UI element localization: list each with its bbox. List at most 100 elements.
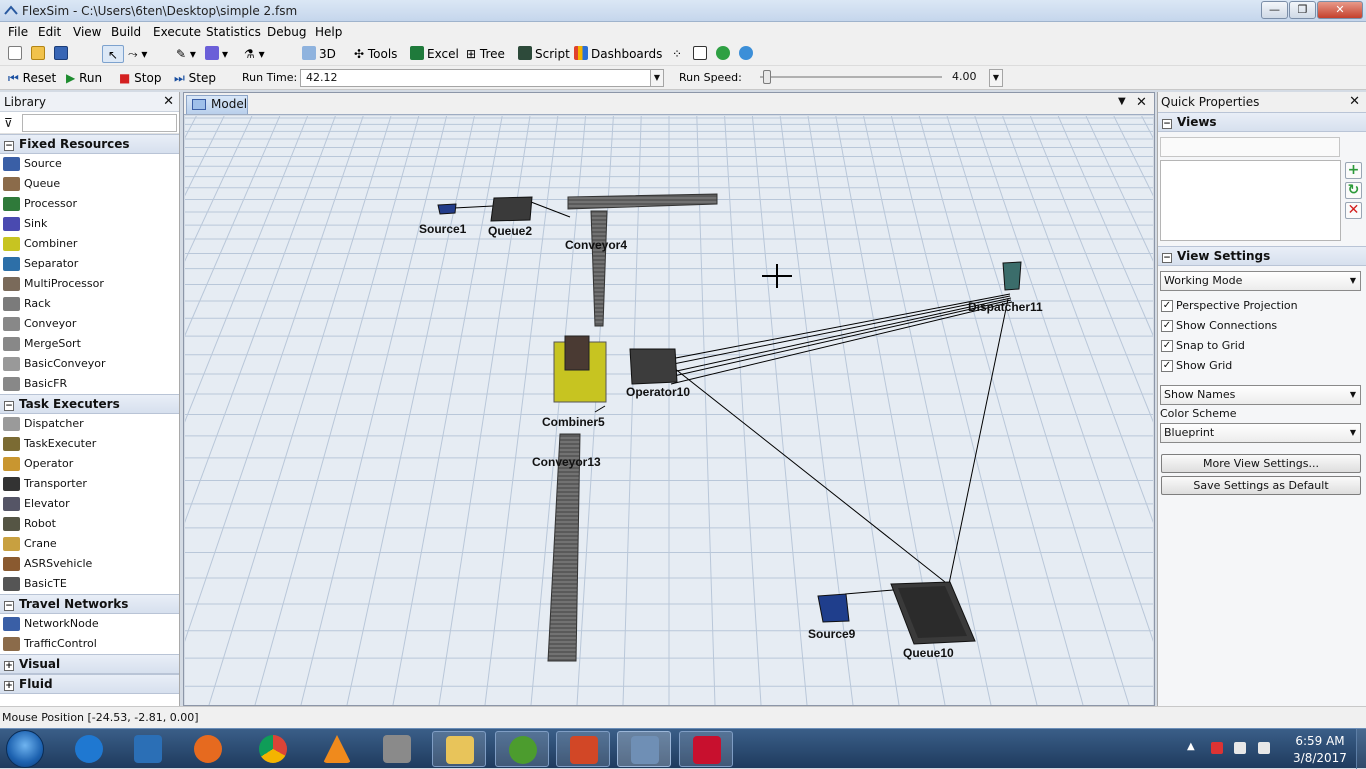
library-item-combiner[interactable]: Combiner <box>0 234 179 254</box>
network-icon[interactable] <box>1234 742 1246 754</box>
clock-time[interactable]: 6:59 AM <box>1290 734 1350 748</box>
help-icon[interactable] <box>716 45 733 63</box>
scene-svg[interactable]: Source1 Queue2 Conveyor4 Dispatcher11 Op… <box>0 115 1366 706</box>
menu-build[interactable]: Build <box>111 25 141 39</box>
edit-objects-icon[interactable]: ✎ ▾ <box>176 45 196 63</box>
taskbar-media-player[interactable] <box>121 731 175 767</box>
add-view-icon[interactable]: + <box>1345 162 1362 179</box>
checkbox-show-grid[interactable]: ✓ Show Grid <box>1160 359 1232 375</box>
save-icon[interactable] <box>54 45 71 63</box>
dispatcher11-model[interactable] <box>1002 261 1022 291</box>
library-item-mergesort[interactable]: MergeSort <box>0 334 179 354</box>
source1-model[interactable] <box>437 203 457 215</box>
views-name-input[interactable] <box>1160 137 1340 157</box>
library-category-visual[interactable]: + Visual <box>0 654 179 674</box>
connect-objects-icon[interactable]: ⤳ ▾ <box>128 45 147 63</box>
show-desktop-button[interactable] <box>1356 729 1366 769</box>
color-scheme-select[interactable]: Blueprint ▼ <box>1160 423 1361 443</box>
checkbox-box[interactable]: ✓ <box>1161 320 1173 332</box>
stop-button[interactable]: ■ Stop <box>119 69 161 87</box>
library-item-source[interactable]: Source <box>0 154 179 174</box>
open-folder-icon[interactable] <box>31 45 48 63</box>
close-button[interactable]: ✕ <box>1317 1 1363 19</box>
dashboards-button[interactable]: Dashboards <box>574 45 662 63</box>
clock-date[interactable]: 3/8/2017 <box>1290 751 1350 765</box>
tree-button[interactable]: ⊞ Tree <box>466 45 505 63</box>
checkbox-box[interactable]: ✓ <box>1161 300 1173 312</box>
show-names-select[interactable]: Show Names ▼ <box>1160 385 1361 405</box>
shape-picker-icon[interactable]: ▾ <box>205 45 228 63</box>
library-item-robot[interactable]: Robot <box>0 514 179 534</box>
quick-properties-close-icon[interactable]: ✕ <box>1349 94 1360 109</box>
view-close-icon[interactable]: ✕ <box>1136 95 1147 110</box>
menu-help[interactable]: Help <box>315 25 342 39</box>
library-item-basicte[interactable]: BasicTE <box>0 574 179 594</box>
taskbar-vlc[interactable] <box>310 731 364 767</box>
library-category-travel-networks[interactable]: − Travel Networks <box>0 594 179 614</box>
new-file-icon[interactable] <box>8 45 25 63</box>
maximize-button[interactable]: ❐ <box>1289 1 1316 19</box>
library-item-rack[interactable]: Rack <box>0 294 179 314</box>
library-category-fluid[interactable]: + Fluid <box>0 674 179 694</box>
taskbar-flexsim[interactable] <box>617 731 671 767</box>
grid-settings-icon[interactable]: ⁘ <box>672 45 682 63</box>
tools-button[interactable]: ✣ Tools <box>354 45 397 63</box>
run-time-dropdown[interactable]: ▼ <box>650 69 664 87</box>
library-close-icon[interactable]: ✕ <box>163 94 174 109</box>
taskbar-acrobat[interactable] <box>679 731 733 767</box>
taskbar-ie[interactable] <box>62 731 116 767</box>
working-mode-select[interactable]: Working Mode ▼ <box>1160 271 1361 291</box>
checkbox-box[interactable]: ✓ <box>1161 340 1173 352</box>
library-item-sink[interactable]: Sink <box>0 214 179 234</box>
reset-button[interactable]: ⏮ Reset <box>8 69 56 87</box>
volume-icon[interactable] <box>1258 742 1270 754</box>
library-item-trafficcontrol[interactable]: TrafficControl <box>0 634 179 654</box>
source9-model[interactable] <box>817 593 850 623</box>
views-section-header[interactable]: − Views <box>1158 112 1366 132</box>
library-item-dispatcher[interactable]: Dispatcher <box>0 414 179 434</box>
delete-view-icon[interactable]: ✕ <box>1345 202 1362 219</box>
library-item-operator[interactable]: Operator <box>0 454 179 474</box>
taskbar-firefox[interactable] <box>181 731 235 767</box>
refresh-view-icon[interactable]: ↻ <box>1345 182 1362 199</box>
more-view-settings-button[interactable]: More View Settings... <box>1161 454 1361 473</box>
tab-model[interactable]: Model <box>186 95 248 114</box>
library-item-networknode[interactable]: NetworkNode <box>0 614 179 634</box>
menu-statistics[interactable]: Statistics <box>206 25 261 39</box>
taskbar-utorrent[interactable] <box>495 731 549 767</box>
library-category-fixed-resources[interactable]: − Fixed Resources <box>0 134 179 154</box>
menu-edit[interactable]: Edit <box>38 25 61 39</box>
checkbox-show-connections[interactable]: ✓ Show Connections <box>1160 319 1277 335</box>
library-item-crane[interactable]: Crane <box>0 534 179 554</box>
minimize-button[interactable]: — <box>1261 1 1288 19</box>
menu-file[interactable]: File <box>8 25 28 39</box>
view-settings-section-header[interactable]: − View Settings <box>1158 246 1366 266</box>
menu-execute[interactable]: Execute <box>153 25 201 39</box>
menu-debug[interactable]: Debug <box>267 25 306 39</box>
library-category-task-executers[interactable]: − Task Executers <box>0 394 179 414</box>
library-item-taskexecuter[interactable]: TaskExecuter <box>0 434 179 454</box>
script-button[interactable]: Script <box>518 45 570 63</box>
taskbar-powerpoint[interactable] <box>556 731 610 767</box>
save-settings-default-button[interactable]: Save Settings as Default <box>1161 476 1361 495</box>
action-center-icon[interactable] <box>1211 742 1223 754</box>
checkbox-box[interactable]: ✓ <box>1161 360 1173 372</box>
window-layout-icon[interactable] <box>693 45 710 63</box>
views-list[interactable] <box>1160 160 1341 241</box>
library-item-processor[interactable]: Processor <box>0 194 179 214</box>
tray-expand-icon[interactable]: ▲ <box>1187 741 1195 752</box>
run-speed-slider[interactable] <box>763 70 772 84</box>
taskbar-explorer[interactable] <box>432 731 486 767</box>
group-objects-icon[interactable]: ⚗ ▾ <box>244 45 265 63</box>
taskbar-app-grid[interactable] <box>370 731 424 767</box>
run-speed-dropdown[interactable]: ▼ <box>989 69 1003 87</box>
library-item-separator[interactable]: Separator <box>0 254 179 274</box>
library-item-asrsvehicle[interactable]: ASRSvehicle <box>0 554 179 574</box>
queue2-model[interactable] <box>490 196 533 222</box>
library-item-elevator[interactable]: Elevator <box>0 494 179 514</box>
taskbar-chrome[interactable] <box>246 731 300 767</box>
run-speed-track[interactable] <box>760 76 942 78</box>
library-item-conveyor[interactable]: Conveyor <box>0 314 179 334</box>
model-3d-scene[interactable]: Source1 Queue2 Conveyor4 Dispatcher11 Op… <box>0 115 1366 706</box>
run-button[interactable]: ▶ Run <box>66 69 102 87</box>
